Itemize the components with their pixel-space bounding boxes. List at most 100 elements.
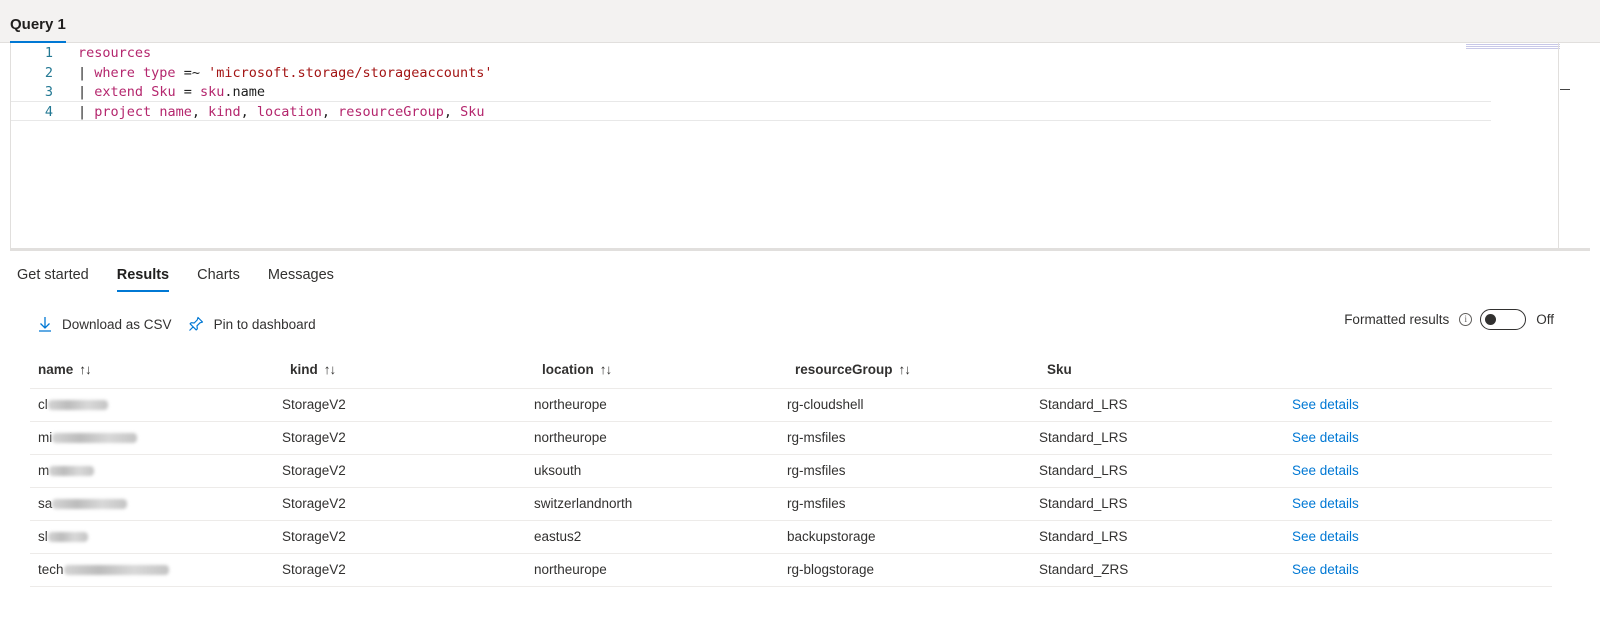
column-header-kind[interactable]: kind ↑↓ bbox=[282, 352, 534, 389]
table-header-row: name ↑↓ kind ↑↓ location ↑↓ resourceGroup ↑↓ Sku bbox=[30, 352, 1552, 389]
name-visible-prefix: sa bbox=[38, 496, 53, 511]
sort-icon[interactable]: ↑↓ bbox=[600, 362, 612, 377]
editor-minimap[interactable] bbox=[1466, 43, 1560, 49]
code-token: location bbox=[256, 104, 322, 120]
redacted-name bbox=[47, 400, 108, 411]
tab-get-started[interactable]: Get started bbox=[17, 262, 89, 292]
formatted-results-label: Formatted results bbox=[1344, 311, 1450, 327]
code-token: kind bbox=[208, 104, 241, 120]
see-details-link[interactable]: See details bbox=[1292, 463, 1359, 478]
formatted-results-control: Formatted results i Off bbox=[1344, 307, 1554, 331]
sort-icon[interactable]: ↑↓ bbox=[324, 362, 336, 377]
column-header-label: name bbox=[38, 362, 74, 378]
info-icon[interactable]: i bbox=[1459, 312, 1473, 326]
cell-action: See details bbox=[1292, 421, 1552, 455]
code-token: extend bbox=[94, 84, 144, 100]
column-header-actions bbox=[1292, 352, 1552, 389]
cell-kind: StorageV2 bbox=[282, 520, 534, 554]
cell-action: See details bbox=[1292, 520, 1552, 554]
line-number: 2 bbox=[44, 65, 53, 81]
code-token: Sku bbox=[460, 104, 485, 120]
editor-scrollbar[interactable] bbox=[1558, 43, 1559, 248]
name-visible-prefix: tech bbox=[38, 562, 64, 577]
table-row: sa StorageV2 switzerlandnorth rg-msfiles Sta… bbox=[30, 487, 1552, 521]
editor-line[interactable]: 3 | extend Sku = sku.name bbox=[11, 82, 1491, 102]
code-token: sku bbox=[199, 84, 225, 100]
pin-dashboard-button[interactable]: Pin to dashboard bbox=[188, 316, 316, 332]
sort-icon[interactable]: ↑↓ bbox=[899, 362, 911, 377]
editor-line[interactable]: 4 | project name, kind, location, resourc… bbox=[11, 101, 1491, 121]
pin-icon bbox=[188, 316, 203, 331]
cell-resource-group: backupstorage bbox=[787, 520, 1039, 554]
column-header-name[interactable]: name ↑↓ bbox=[30, 352, 282, 389]
see-details-link[interactable]: See details bbox=[1292, 430, 1359, 445]
code-token: , bbox=[191, 104, 209, 120]
download-icon bbox=[39, 317, 51, 332]
toggle-state-label: Off bbox=[1536, 311, 1554, 327]
cell-name: sl bbox=[30, 520, 282, 554]
code-token: | bbox=[78, 65, 95, 81]
cell-location: northeurope bbox=[534, 421, 787, 455]
column-header-location[interactable]: location ↑↓ bbox=[534, 352, 787, 389]
table-row: cl StorageV2 northeurope rg-cloudshell Stand… bbox=[30, 388, 1552, 422]
cell-name: mi bbox=[30, 421, 282, 455]
code-token: resources bbox=[78, 45, 152, 61]
editor-line[interactable]: 2 | where type =~ 'microsoft.storage/stor… bbox=[11, 63, 1491, 83]
cell-action: See details bbox=[1292, 553, 1552, 587]
see-details-link[interactable]: See details bbox=[1292, 397, 1359, 412]
column-header-sku[interactable]: Sku bbox=[1039, 352, 1292, 389]
editor-line[interactable]: 1 resources bbox=[11, 43, 1491, 63]
table-row: sl StorageV2 eastus2 backupstorage Standard_… bbox=[30, 520, 1552, 554]
code-token: Sku bbox=[151, 84, 176, 100]
tab-charts[interactable]: Charts bbox=[197, 262, 240, 292]
see-details-link[interactable]: See details bbox=[1292, 496, 1359, 511]
code-text: resources bbox=[78, 43, 151, 63]
column-header-resourcegroup[interactable]: resourceGroup ↑↓ bbox=[787, 352, 1039, 389]
cell-resource-group: rg-msfiles bbox=[787, 487, 1039, 521]
code-token: , bbox=[240, 104, 257, 120]
cell-location: uksouth bbox=[534, 454, 787, 488]
query-editor[interactable]: 1 resources 2 | where type =~ 'microsoft.st… bbox=[10, 43, 1590, 251]
cell-kind: StorageV2 bbox=[282, 421, 534, 455]
cell-resource-group: rg-msfiles bbox=[787, 454, 1039, 488]
results-table: name ↑↓ kind ↑↓ location ↑↓ resourceGroup ↑↓ Sku… bbox=[30, 352, 1552, 587]
cell-resource-group: rg-blogstorage bbox=[787, 553, 1039, 587]
line-number: 4 bbox=[44, 104, 53, 120]
redacted-name bbox=[52, 499, 128, 510]
code-token: , bbox=[443, 104, 461, 120]
name-visible-prefix: sl bbox=[38, 529, 48, 544]
cell-sku: Standard_LRS bbox=[1039, 421, 1292, 455]
code-token: = bbox=[175, 84, 200, 100]
tab-messages[interactable]: Messages bbox=[268, 262, 334, 292]
code-token: 'microsoft.storage/storageaccounts' bbox=[208, 65, 493, 81]
redacted-name bbox=[47, 532, 88, 543]
formatted-results-toggle[interactable] bbox=[1480, 308, 1527, 330]
tab-results[interactable]: Results bbox=[116, 262, 170, 292]
column-header-label: resourceGroup bbox=[795, 362, 893, 378]
cell-kind: StorageV2 bbox=[282, 553, 534, 587]
code-token: .name bbox=[224, 84, 265, 100]
column-header-label: kind bbox=[290, 362, 318, 378]
column-header-label: Sku bbox=[1047, 362, 1072, 378]
code-token: | bbox=[78, 104, 95, 120]
sort-icon[interactable]: ↑↓ bbox=[79, 362, 91, 377]
pin-dashboard-label: Pin to dashboard bbox=[213, 316, 316, 332]
tab-query-1[interactable]: Query 1 bbox=[10, 0, 66, 43]
redacted-name bbox=[52, 433, 138, 444]
see-details-link[interactable]: See details bbox=[1292, 562, 1359, 577]
cell-sku: Standard_LRS bbox=[1039, 487, 1292, 521]
code-token: name bbox=[159, 104, 192, 120]
results-tabs: Get started Results Charts Messages bbox=[17, 262, 362, 292]
cell-resource-group: rg-cloudshell bbox=[787, 388, 1039, 422]
cell-location: switzerlandnorth bbox=[534, 487, 787, 521]
see-details-link[interactable]: See details bbox=[1292, 529, 1359, 544]
code-token: type bbox=[143, 65, 176, 81]
cell-name: m bbox=[30, 454, 282, 488]
cell-name: sa bbox=[30, 487, 282, 521]
redacted-name bbox=[63, 565, 169, 576]
cell-action: See details bbox=[1292, 454, 1552, 488]
download-csv-button[interactable]: Download as CSV bbox=[38, 316, 172, 332]
cell-action: See details bbox=[1292, 487, 1552, 521]
